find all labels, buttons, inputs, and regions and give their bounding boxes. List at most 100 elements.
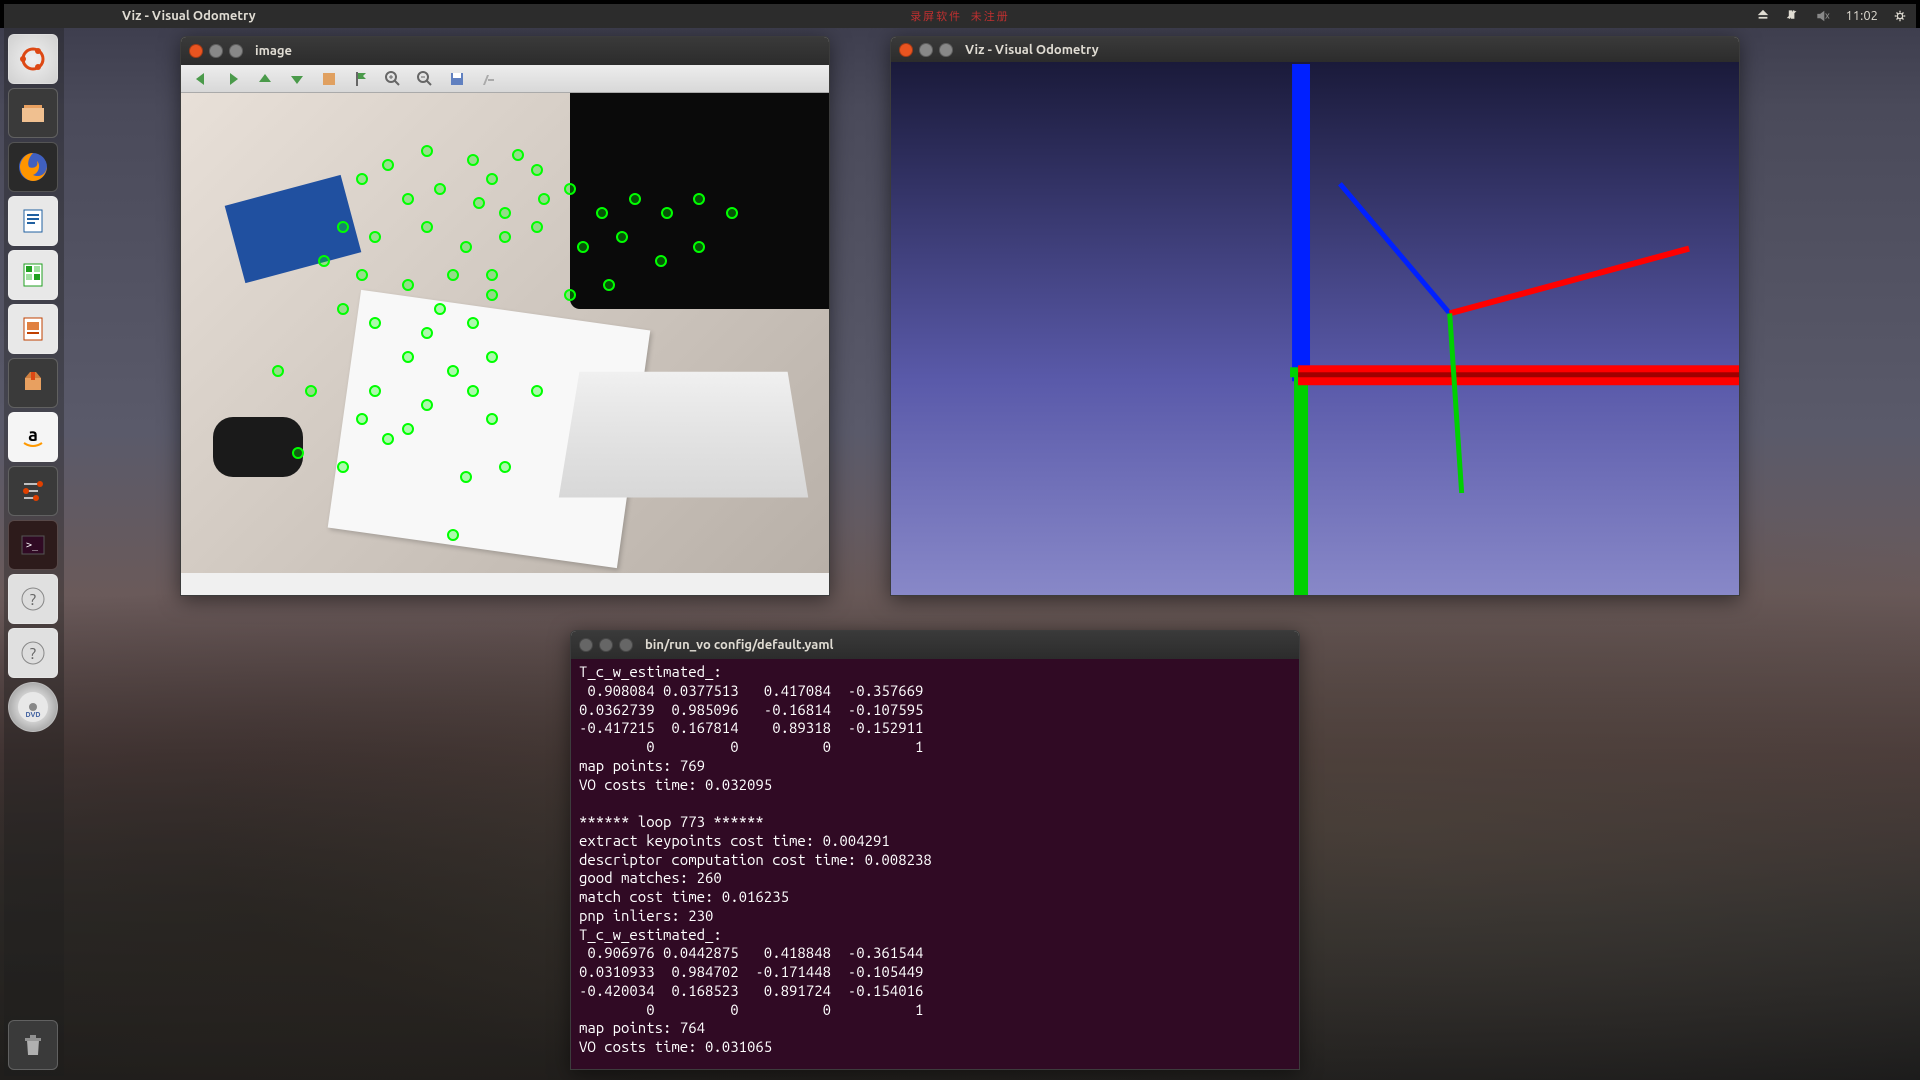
feature-point	[486, 269, 498, 281]
launcher-dvd[interactable]: DVD	[8, 682, 58, 732]
feature-point	[292, 447, 304, 459]
gear-icon[interactable]	[1892, 8, 1908, 24]
feature-point	[467, 385, 479, 397]
feature-point	[421, 145, 433, 157]
feature-point	[538, 193, 550, 205]
feature-point	[402, 193, 414, 205]
minimize-button[interactable]	[599, 638, 613, 652]
notification-icon[interactable]	[1755, 8, 1771, 24]
feature-point	[402, 423, 414, 435]
svg-text:?: ?	[30, 645, 36, 663]
nav-down-button[interactable]	[283, 68, 311, 90]
home-button[interactable]	[315, 68, 343, 90]
nav-up-button[interactable]	[251, 68, 279, 90]
feature-point	[499, 461, 511, 473]
maximize-button[interactable]	[619, 638, 633, 652]
minimize-button[interactable]	[209, 44, 223, 58]
clock[interactable]: 11:02	[1845, 9, 1878, 23]
camera-frame	[181, 93, 829, 573]
feature-point	[434, 183, 446, 195]
launcher-terminal[interactable]: >_	[8, 520, 58, 570]
image-status-bar	[181, 573, 829, 595]
properties-button[interactable]	[475, 68, 503, 90]
image-window-title: image	[255, 44, 292, 58]
active-window-title: Viz - Visual Odometry	[122, 9, 256, 23]
close-button[interactable]	[189, 44, 203, 58]
image-window: image	[180, 36, 830, 596]
feature-point	[337, 221, 349, 233]
feature-point	[486, 413, 498, 425]
feature-point	[305, 385, 317, 397]
launcher-settings[interactable]	[8, 466, 58, 516]
minimize-button[interactable]	[919, 43, 933, 57]
feature-point	[447, 269, 459, 281]
launcher-trash[interactable]	[8, 1020, 58, 1070]
launcher-writer[interactable]	[8, 196, 58, 246]
feature-point	[382, 433, 394, 445]
feature-point	[693, 241, 705, 253]
feature-point	[512, 149, 524, 161]
feature-point	[531, 221, 543, 233]
launcher-files[interactable]	[8, 88, 58, 138]
zoom-out-button[interactable]	[411, 68, 439, 90]
feature-point	[603, 279, 615, 291]
feature-point	[577, 241, 589, 253]
feature-point	[447, 529, 459, 541]
image-titlebar[interactable]: image	[181, 37, 829, 65]
viz-titlebar[interactable]: Viz - Visual Odometry	[891, 37, 1739, 62]
nav-back-button[interactable]	[187, 68, 215, 90]
maximize-button[interactable]	[229, 44, 243, 58]
feature-point	[531, 385, 543, 397]
feature-point	[382, 159, 394, 171]
terminal-output[interactable]: T_c_w_estimated_: 0.908084 0.0377513 0.4…	[571, 659, 1299, 1069]
feature-point	[486, 173, 498, 185]
feature-point	[726, 207, 738, 219]
feature-point	[473, 197, 485, 209]
feature-point	[486, 351, 498, 363]
sound-icon[interactable]	[1815, 8, 1831, 24]
launcher-help[interactable]: ?	[8, 574, 58, 624]
scene-object-gamepad	[213, 417, 303, 477]
feature-point	[629, 193, 641, 205]
top-menubar: Viz - Visual Odometry 录屏软件 未注册 11:02	[0, 0, 1920, 28]
maximize-button[interactable]	[939, 43, 953, 57]
save-button[interactable]	[443, 68, 471, 90]
feature-point	[655, 255, 667, 267]
nav-forward-button[interactable]	[219, 68, 247, 90]
flag-button[interactable]	[347, 68, 375, 90]
terminal-titlebar[interactable]: bin/run_vo config/default.yaml	[571, 631, 1299, 659]
svg-text:?: ?	[30, 591, 36, 609]
world-y-axis	[1294, 372, 1308, 595]
svg-text:>_: >_	[26, 540, 39, 551]
feature-point	[460, 241, 472, 253]
feature-point	[434, 303, 446, 315]
feature-point	[369, 385, 381, 397]
launcher-calc[interactable]	[8, 250, 58, 300]
feature-point	[693, 193, 705, 205]
svg-text:a: a	[28, 425, 38, 445]
launcher-firefox[interactable]	[8, 142, 58, 192]
feature-point	[337, 303, 349, 315]
launcher-help-2[interactable]: ?	[8, 628, 58, 678]
feature-point	[499, 231, 511, 243]
launcher-impress[interactable]	[8, 304, 58, 354]
feature-point	[421, 221, 433, 233]
launcher-dash[interactable]	[8, 34, 58, 84]
launcher-amazon[interactable]: a	[8, 412, 58, 462]
viz-window: Viz - Visual Odometry	[890, 36, 1740, 596]
close-button[interactable]	[579, 638, 593, 652]
viz-window-title: Viz - Visual Odometry	[965, 43, 1099, 57]
feature-point	[369, 231, 381, 243]
world-z-axis	[1292, 64, 1310, 381]
close-button[interactable]	[899, 43, 913, 57]
launcher-software-center[interactable]	[8, 358, 58, 408]
feature-point	[467, 154, 479, 166]
coordinate-axes	[891, 62, 1739, 595]
image-viewport[interactable]	[181, 93, 829, 595]
feature-point	[616, 231, 628, 243]
feature-point	[356, 413, 368, 425]
network-icon[interactable]	[1785, 8, 1801, 24]
zoom-in-button[interactable]	[379, 68, 407, 90]
feature-point	[356, 269, 368, 281]
viz-3d-viewport[interactable]	[891, 62, 1739, 595]
